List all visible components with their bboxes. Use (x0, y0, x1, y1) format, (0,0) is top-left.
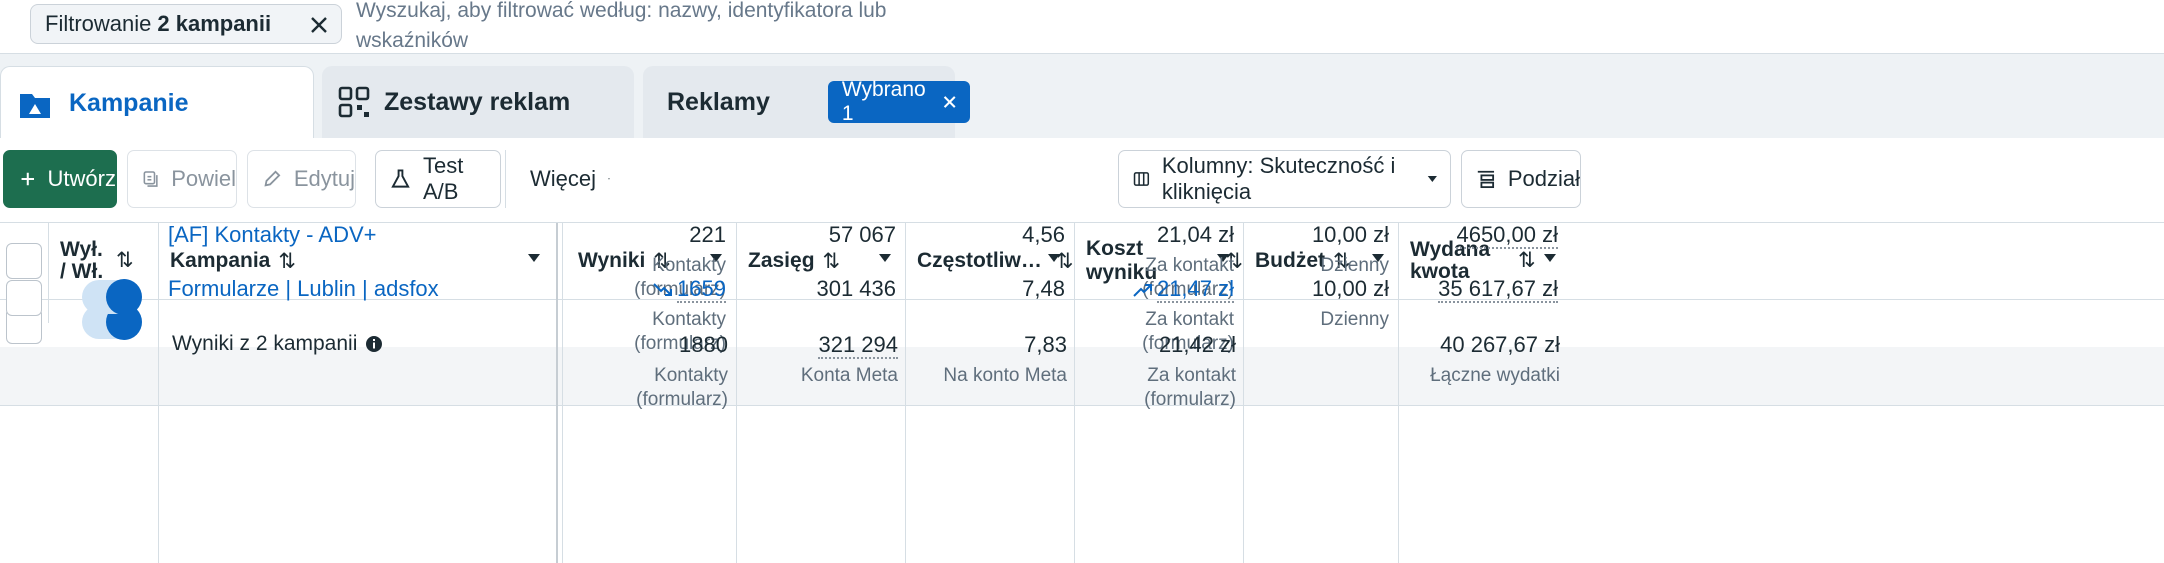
breakdown-icon (1477, 170, 1495, 189)
caret-down-icon[interactable] (528, 254, 540, 262)
columns-icon (1133, 172, 1150, 186)
sort-icon[interactable]: ⇅ (823, 249, 841, 274)
close-icon[interactable] (307, 13, 331, 37)
spent-cell: 35 617,67 zł (1438, 276, 1558, 303)
flask-icon (391, 169, 410, 188)
spent-cell: 4650,00 zł (1456, 222, 1558, 249)
selected-badge-label: Wybrano 1 (841, 78, 926, 125)
folder-icon (20, 93, 50, 118)
edit-button-label: Edytuj (293, 166, 355, 191)
filter-chip[interactable]: Filtrowanie 2 kampanii (30, 4, 342, 44)
frequency-cell: 7,48 (1022, 276, 1065, 301)
caret-down-icon (1428, 175, 1438, 183)
create-button[interactable]: Utwórz (3, 150, 117, 208)
search-input[interactable]: Wyszukaj, aby filtrować według: nazwy, i… (356, 0, 976, 56)
summary-cost-cell: 21,42 zł Za kontakt (formularz) (1144, 332, 1236, 410)
ab-test-button-label: Test A/B (422, 153, 464, 204)
caret-down-icon[interactable] (879, 254, 891, 262)
frequency-cell: 4,56 (1022, 222, 1065, 247)
summary-spent-cell: 40 267,67 zł Łączne wydatki (1430, 332, 1560, 386)
trend-down-icon (653, 283, 673, 297)
grid-icon (338, 86, 370, 118)
duplicate-icon (143, 171, 158, 187)
more-button[interactable]: Więcej (513, 150, 623, 208)
budget-cell: 10,00 zł Dzienny (1311, 276, 1389, 330)
edit-button[interactable]: Edytuj (247, 150, 356, 208)
breakdown-button[interactable]: Podział (1461, 150, 1581, 208)
summary-label: Wyniki z 2 kampanii (172, 332, 383, 356)
filter-chip-count: 2 kampanii (157, 11, 272, 36)
campaign-name-link[interactable]: Formularze | Lublin | adsfox (168, 276, 439, 302)
caret-down-icon[interactable] (1048, 254, 1060, 262)
breakdown-button-label: Podział (1507, 166, 1580, 191)
selected-badge[interactable]: Wybrano 1 (827, 78, 970, 125)
tab-ads[interactable]: Reklamy Wybrano 1 (643, 66, 970, 138)
caret-down-icon (608, 178, 610, 180)
create-button-label: Utwórz (47, 166, 116, 191)
select-all-checkbox[interactable] (6, 243, 42, 279)
campaign-toggle[interactable] (82, 279, 142, 315)
trend-up-icon (1133, 284, 1152, 297)
caret-down-icon[interactable] (1544, 254, 1556, 262)
tab-ad-sets-label: Zestawy reklam (384, 87, 571, 116)
close-icon[interactable] (942, 93, 957, 111)
campaign-name-link[interactable]: [AF] Kontakty - ADV+ (168, 222, 376, 248)
row-checkbox[interactable] (6, 280, 42, 316)
tab-ad-sets[interactable]: Zestawy reklam (322, 66, 634, 138)
duplicate-button[interactable]: Powiel (127, 150, 237, 208)
info-icon[interactable] (365, 335, 383, 353)
columns-button[interactable]: Kolumny: Skuteczność i kliknięcia (1118, 150, 1451, 208)
columns-button-label: Kolumny: Skuteczność i kliknięcia (1161, 153, 1396, 204)
filter-chip-prefix: Filtrowanie (45, 11, 152, 36)
summary-frequency-cell: 7,83 Na konto Meta (943, 332, 1067, 386)
filter-bar: Filtrowanie 2 kampanii Wyszukaj, aby fil… (0, 0, 2164, 54)
reach-cell: 301 436 (816, 276, 896, 301)
ab-test-button[interactable]: Test A/B (375, 150, 501, 208)
duplicate-button-label: Powiel (171, 166, 236, 191)
tab-ads-label: Reklamy (667, 87, 770, 116)
reach-cell: 57 067 (828, 222, 896, 247)
toolbar-divider (505, 150, 506, 208)
pencil-icon (264, 170, 281, 187)
budget-cell: 10,00 zł Dzienny (1311, 222, 1389, 276)
toolbar: Utwórz Powiel Edytuj Test A/B Więcej Kol… (0, 138, 2164, 222)
summary-reach-cell: 321 294 Konta Meta (800, 332, 898, 386)
sort-icon[interactable]: ⇅ (1518, 250, 1536, 272)
summary-results-cell: 1880 Kontakty (formularz) (636, 332, 728, 410)
more-button-label: Więcej (530, 166, 597, 191)
plus-icon (21, 172, 34, 186)
sort-icon[interactable]: ⇅ (278, 249, 296, 274)
tab-campaigns-label: Kampanie (69, 89, 189, 117)
sort-icon[interactable]: ⇅ (116, 250, 134, 272)
tab-campaigns[interactable]: Kampanie (0, 66, 314, 140)
